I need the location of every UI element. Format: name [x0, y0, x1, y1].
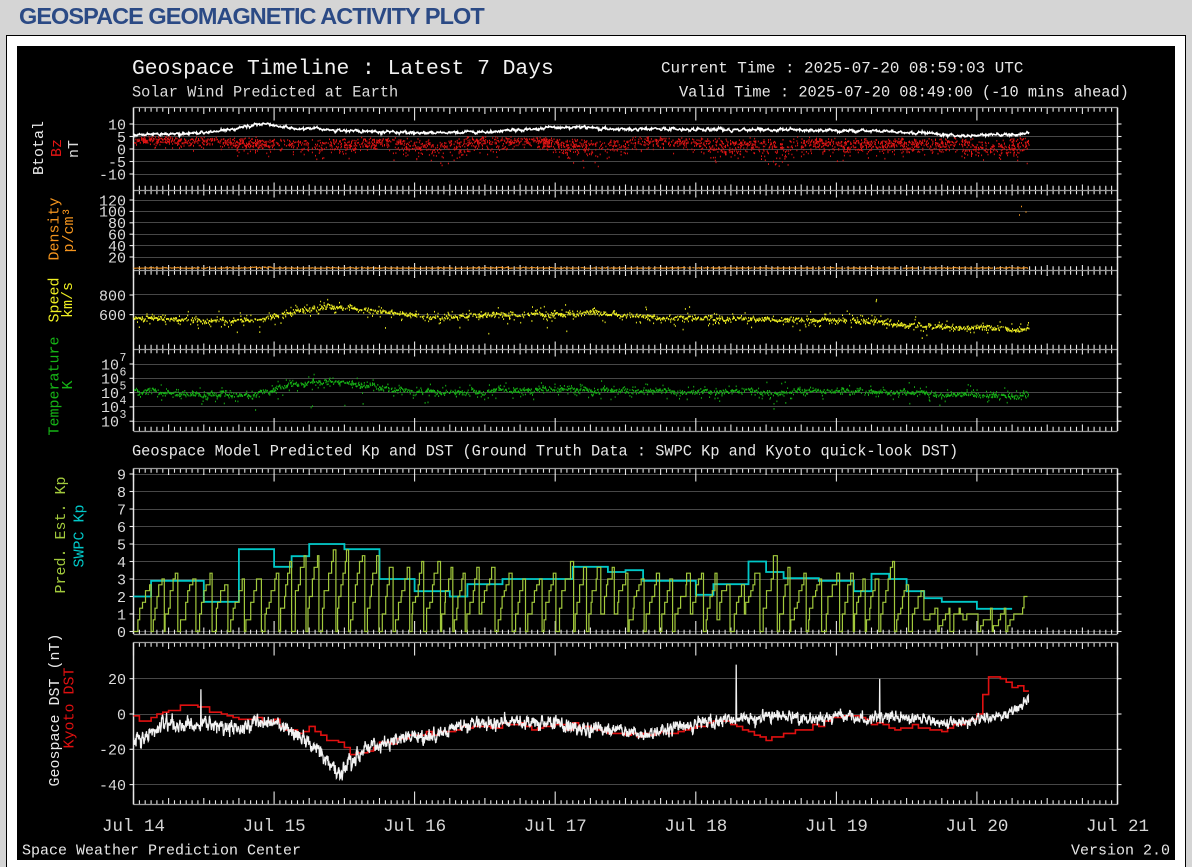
- svg-text:Bz: Bz: [49, 139, 66, 157]
- svg-text:Jul 18: Jul 18: [664, 817, 727, 837]
- svg-text:Valid Time : 2025-07-20 08:49:: Valid Time : 2025-07-20 08:49:00 (-10 mi…: [679, 84, 1129, 102]
- svg-text:5: 5: [120, 381, 127, 394]
- svg-text:Geospace Model Predicted Kp an: Geospace Model Predicted Kp and DST (Gro…: [132, 443, 958, 461]
- svg-text:Jul 19: Jul 19: [805, 817, 868, 837]
- svg-text:Current Time : 2025-07-20 08:5: Current Time : 2025-07-20 08:59:03 UTC: [661, 60, 1023, 78]
- svg-text:Jul 20: Jul 20: [945, 817, 1008, 837]
- svg-text:-20: -20: [99, 743, 126, 760]
- svg-text:8: 8: [117, 485, 126, 502]
- svg-text:Pred. Est. Kp: Pred. Est. Kp: [53, 476, 70, 593]
- svg-text:Jul 21: Jul 21: [1086, 817, 1149, 837]
- svg-text:4: 4: [120, 395, 127, 408]
- svg-text:6: 6: [117, 520, 126, 537]
- svg-text:-10: -10: [99, 167, 126, 184]
- svg-text:3: 3: [120, 409, 127, 422]
- svg-text:p/cm³: p/cm³: [61, 207, 78, 252]
- svg-text:K: K: [60, 380, 77, 389]
- svg-text:0: 0: [117, 707, 126, 724]
- svg-text:2: 2: [117, 590, 126, 607]
- svg-text:10: 10: [101, 415, 119, 432]
- svg-text:7: 7: [117, 502, 126, 519]
- svg-text:-40: -40: [99, 778, 126, 795]
- svg-text:6: 6: [120, 366, 127, 379]
- svg-text:7: 7: [120, 352, 127, 365]
- svg-text:Jul 17: Jul 17: [524, 817, 587, 837]
- svg-text:nT: nT: [66, 140, 83, 158]
- svg-text:600: 600: [99, 308, 126, 325]
- svg-text:Solar Wind Predicted at Earth: Solar Wind Predicted at Earth: [132, 84, 398, 102]
- svg-text:Version 2.0: Version 2.0: [1071, 843, 1170, 860]
- svg-text:4: 4: [117, 555, 126, 572]
- svg-text:3: 3: [117, 572, 126, 589]
- svg-text:9: 9: [117, 467, 126, 484]
- svg-text:Jul 16: Jul 16: [383, 817, 446, 837]
- svg-text:5: 5: [117, 537, 126, 554]
- svg-text:Jul 15: Jul 15: [243, 817, 306, 837]
- svg-text:SWPC Kp: SWPC Kp: [72, 504, 89, 567]
- svg-text:20: 20: [108, 672, 126, 689]
- svg-text:800: 800: [99, 288, 126, 305]
- svg-text:km/s: km/s: [60, 282, 77, 318]
- svg-text:Space Weather Prediction Cente: Space Weather Prediction Center: [22, 843, 301, 860]
- svg-text:Geospace Timeline : Latest 7 D: Geospace Timeline : Latest 7 Days: [132, 57, 554, 81]
- svg-text:Jul 14: Jul 14: [102, 817, 165, 837]
- svg-text:0: 0: [117, 625, 126, 642]
- svg-text:1: 1: [117, 607, 126, 624]
- svg-text:20: 20: [108, 250, 126, 267]
- svg-text:Btotal: Btotal: [31, 121, 48, 175]
- svg-text:Kyoto DST: Kyoto DST: [62, 667, 79, 748]
